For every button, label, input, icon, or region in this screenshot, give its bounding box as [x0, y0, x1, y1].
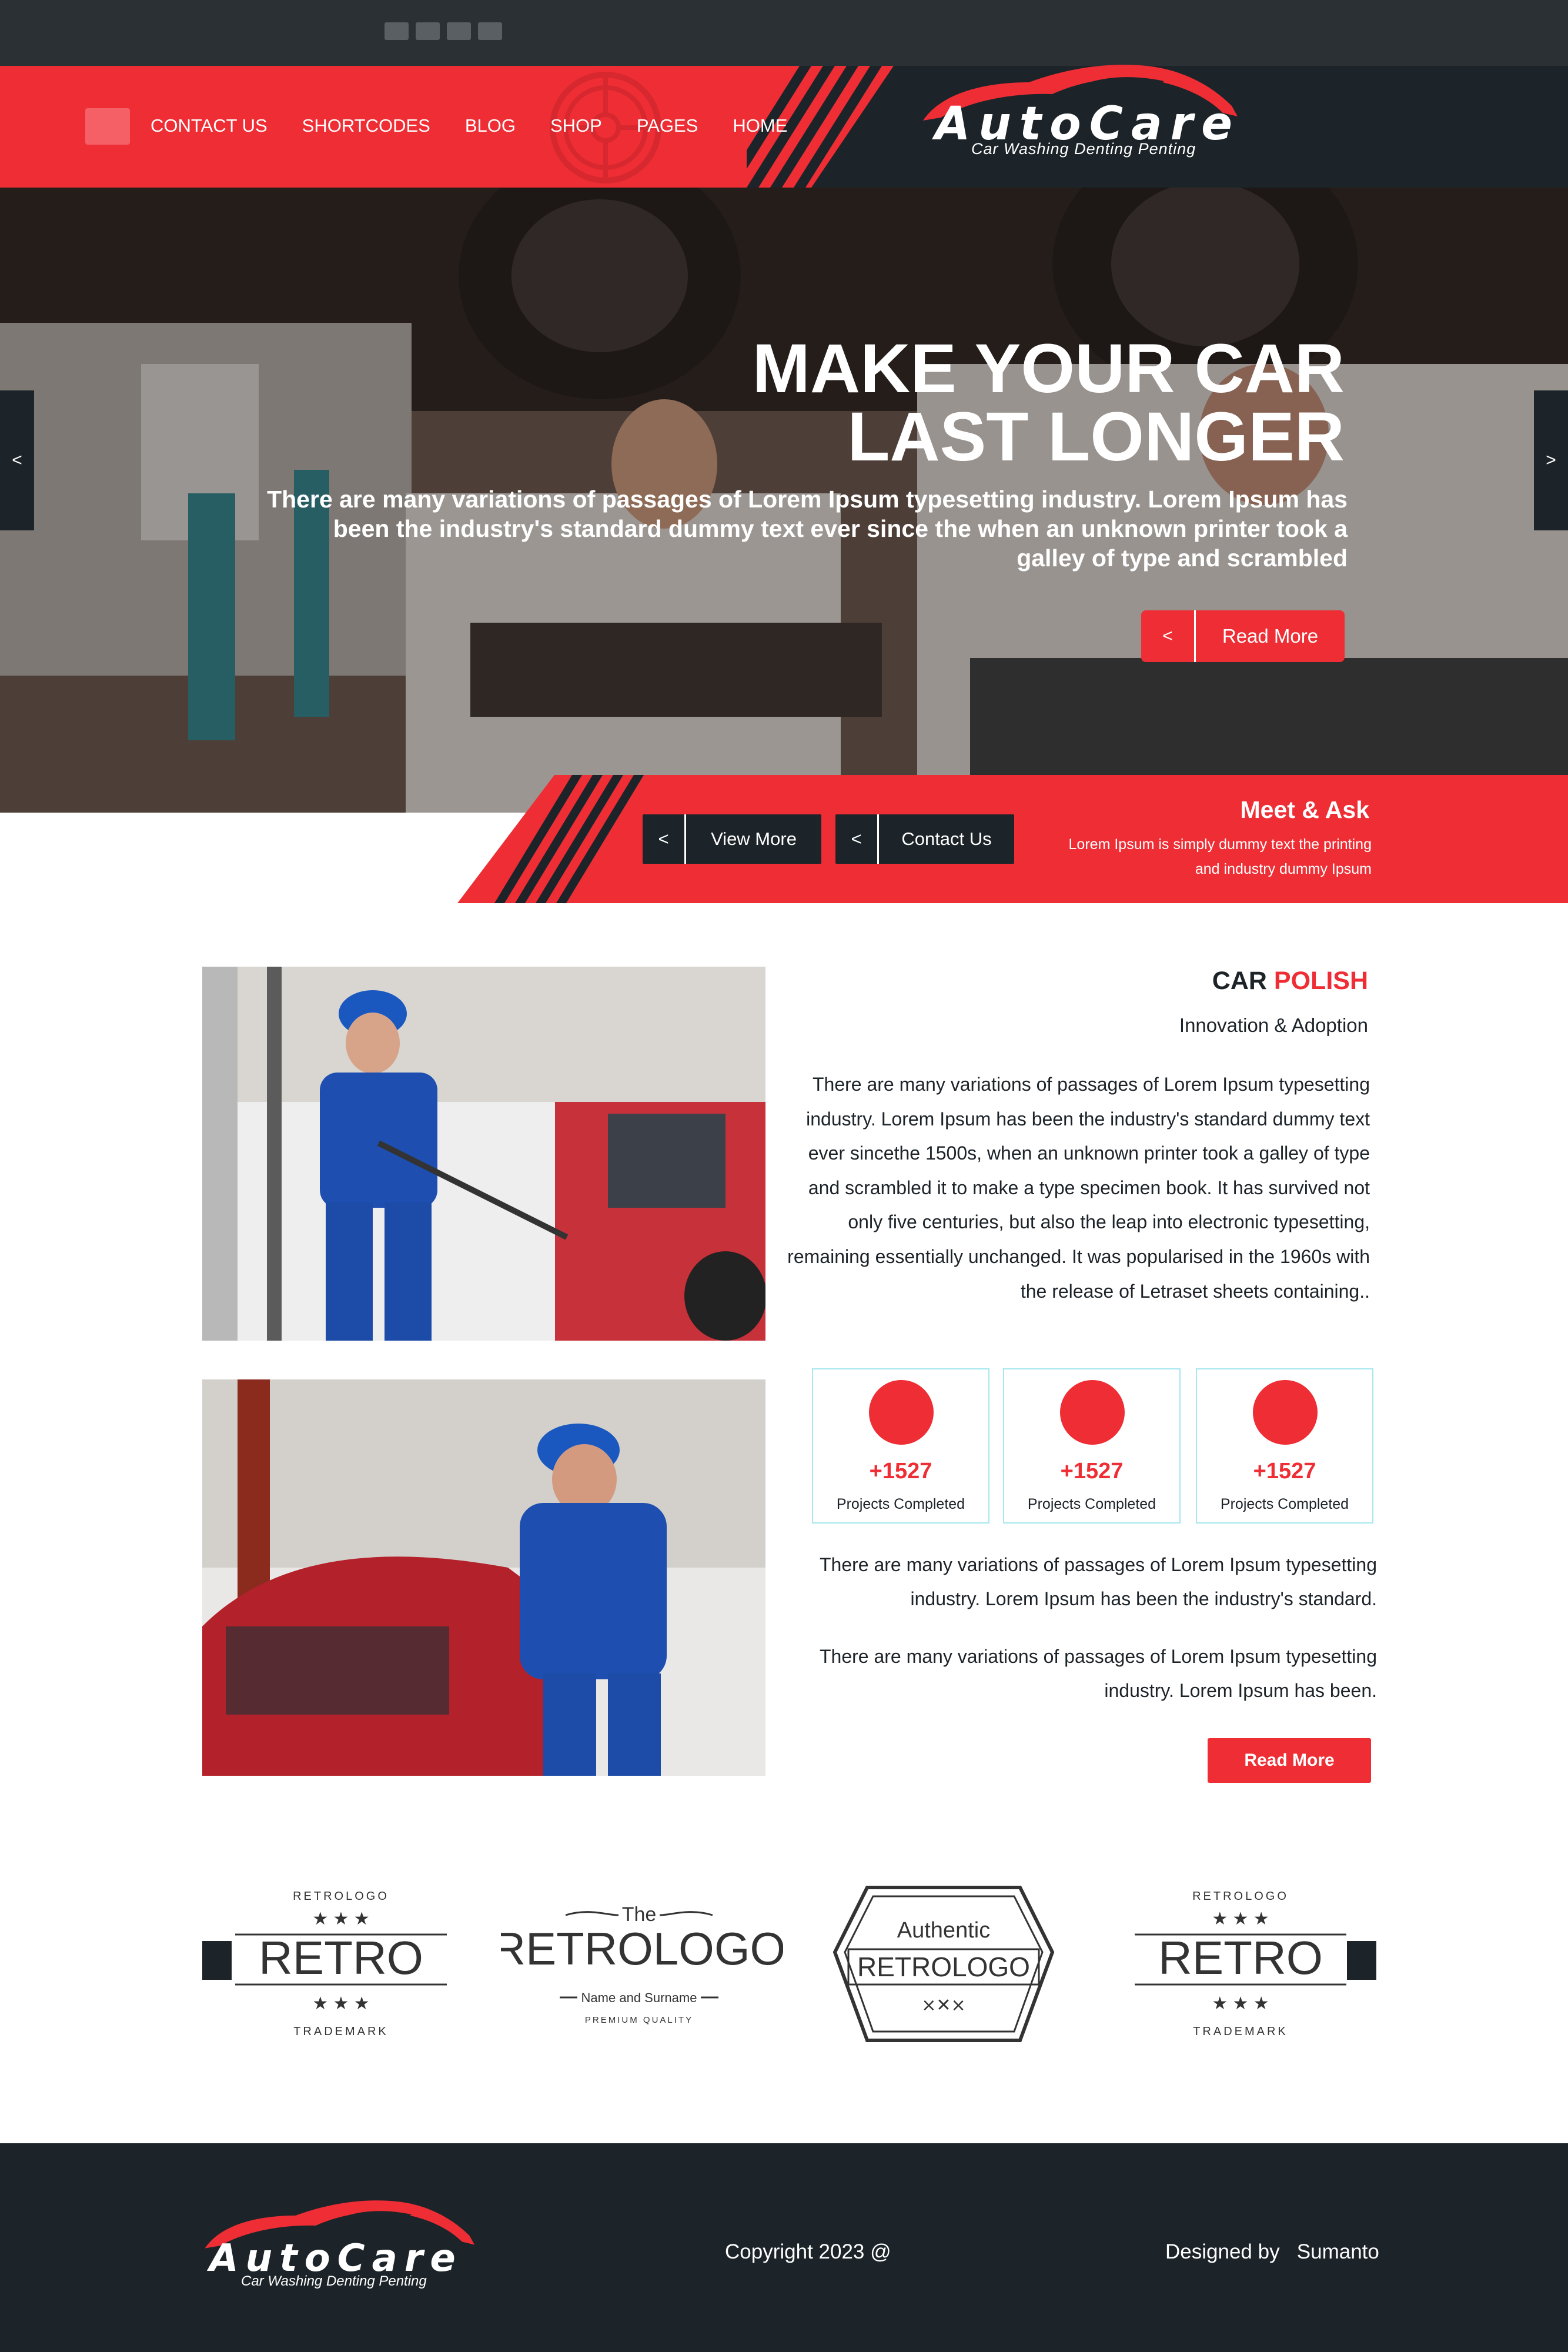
main-nav: CONTACT US SHORTCODES BLOG SHOP PAGES HO… [151, 115, 822, 136]
logo-2-bottom-text: PREMIUM QUALITY [585, 2015, 693, 2025]
section-title-part2: POLISH [1273, 967, 1368, 995]
stat-label: Projects Completed [1220, 1496, 1349, 1512]
contact-us-button[interactable]: < Contact Us [835, 814, 1014, 864]
nav-shortcodes[interactable]: SHORTCODES [302, 115, 430, 136]
logo-4-bottom-text: TRADEMARK [1193, 2025, 1288, 2038]
washer-image [202, 1379, 765, 1776]
stat-card: +1527 Projects Completed [1003, 1368, 1181, 1524]
logo-2-sub-text: Name and Surname [581, 1990, 697, 2005]
hero-description: There are many variations of passages of… [267, 486, 1348, 572]
stat-card: +1527 Projects Completed [812, 1368, 989, 1524]
section-title-part1: CAR [1212, 967, 1267, 995]
header-logo[interactable]: AutoCare Car Washing Denting Penting [917, 59, 1246, 165]
stat-value: +1527 [869, 1459, 932, 1484]
stat-value: +1527 [1253, 1459, 1316, 1484]
section-subtitle: Innovation & Adoption [1179, 1014, 1368, 1036]
retro-badge-logo-3: Authentic RETROLOGO ×✕× [833, 1886, 1055, 2042]
designed-by-label: Designed by [1165, 2240, 1280, 2263]
logo-3-bottom-text: ×✕× [921, 1995, 965, 2016]
nav-blog[interactable]: BLOG [465, 115, 516, 136]
band-stripes [494, 775, 644, 903]
hero-read-more-label: Read More [1222, 625, 1319, 647]
footer-designed-by: Designed by Sumanto [1165, 2240, 1379, 2264]
site-header: CONTACT US SHORTCODES BLOG SHOP PAGES HO… [0, 66, 1568, 188]
section-paragraph-1: There are many variations of passages of… [787, 1074, 1370, 1302]
stat-card: +1527 Projects Completed [1196, 1368, 1373, 1524]
logo-4-main-text: RETRO [1158, 1932, 1323, 1984]
logo-1-main-text: RETRO [259, 1932, 423, 1984]
nav-home[interactable]: HOME [733, 115, 787, 136]
chevron-left-icon: < [643, 814, 686, 864]
stat-label: Projects Completed [1027, 1496, 1156, 1512]
nav-pages[interactable]: PAGES [637, 115, 698, 136]
hero-read-more-button[interactable]: < Read More [1141, 610, 1345, 662]
nav-shop[interactable]: SHOP [550, 115, 602, 136]
hero-section: MAKE YOUR CAR LAST LONGER There are many… [0, 188, 1568, 813]
footer-brand-tagline: Car Washing Denting Penting [241, 2273, 427, 2289]
footer-logo[interactable]: AutoCare Car Washing Denting Penting [200, 2193, 482, 2293]
logo-3-top-text: Authentic [897, 1918, 990, 1943]
window-dots [385, 22, 502, 40]
section-title: CAR POLISH [1212, 967, 1368, 995]
meet-ask-title: Meet & Ask [1240, 796, 1370, 823]
slider-prev-button[interactable]: < [0, 390, 34, 530]
stat-circle-icon [869, 1380, 934, 1445]
stat-label: Projects Completed [836, 1496, 965, 1512]
window-dot [447, 22, 471, 40]
contact-us-label: Contact Us [901, 828, 992, 849]
designer-name[interactable]: Sumanto [1297, 2240, 1379, 2263]
car-wash-photo-2 [202, 1379, 765, 1776]
section-read-more-button[interactable]: Read More [1208, 1738, 1371, 1783]
logo-4-top-text: RETROLOGO [1192, 1890, 1289, 1903]
washer-image [202, 967, 765, 1341]
car-wash-photo-1 [202, 967, 765, 1341]
logo-1-bottom-text: TRADEMARK [293, 2025, 389, 2038]
brand-tagline: Car Washing Denting Penting [971, 140, 1196, 158]
hamburger-icon[interactable] [85, 108, 130, 145]
hero-title: MAKE YOUR CAR LAST LONGER [639, 330, 1345, 476]
stat-circle-icon [1253, 1380, 1318, 1445]
svg-text:★ ★ ★: ★ ★ ★ [1212, 1909, 1269, 1929]
hero-title-line2: LAST LONGER [847, 398, 1345, 476]
window-dot [478, 22, 502, 40]
browser-topbar [0, 0, 1568, 66]
stat-circle-icon [1060, 1380, 1125, 1445]
svg-text:★ ★ ★: ★ ★ ★ [312, 1909, 369, 1929]
chevron-left-icon: < [835, 814, 879, 864]
section-paragraph-3: There are many variations of passages of… [819, 1646, 1377, 1701]
footer-copyright: Copyright 2023 @ [725, 2240, 891, 2263]
retro-badge-logo-2: The RETROLOGO Name and Surname PREMIUM Q… [501, 1903, 783, 2025]
chevron-right-icon: > [1546, 450, 1556, 470]
meet-ask-text: Lorem Ipsum is simply dummy text the pri… [1068, 836, 1372, 877]
window-dot [416, 22, 440, 40]
section-paragraph-2: There are many variations of passages of… [819, 1554, 1377, 1609]
svg-text:★ ★ ★: ★ ★ ★ [1212, 1994, 1269, 2013]
retro-badge-logo-4: RETROLOGO ★ ★ ★ RETRO ★ ★ ★ TRADEMARK [1135, 1890, 1346, 2038]
svg-text:★ ★ ★: ★ ★ ★ [312, 1994, 369, 2013]
logo-3-main-text: RETROLOGO [857, 1952, 1030, 1982]
window-dot [385, 22, 409, 40]
logo-1-top-text: RETROLOGO [293, 1890, 389, 1903]
nav-contact-us[interactable]: CONTACT US [151, 115, 268, 136]
slider-next-button[interactable]: > [1534, 390, 1568, 530]
hero-title-line1: MAKE YOUR CAR [752, 330, 1345, 407]
chevron-left-icon: < [1141, 610, 1196, 662]
view-more-button[interactable]: < View More [643, 814, 821, 864]
logo-2-main-text: RETROLOGO [501, 1923, 783, 1975]
retro-badge-logo-1: RETROLOGO ★ ★ ★ RETRO ★ ★ ★ TRADEMARK [235, 1890, 447, 2038]
chevron-left-icon: < [12, 450, 22, 470]
view-more-label: View More [711, 828, 797, 849]
stat-value: +1527 [1060, 1459, 1124, 1484]
